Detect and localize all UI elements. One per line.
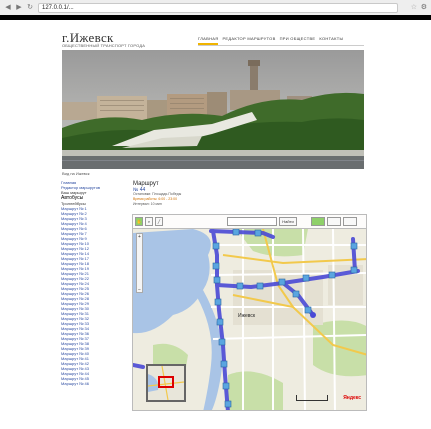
zoom-minus-icon[interactable]: − xyxy=(137,287,142,294)
hand-tool-icon[interactable]: ✋ xyxy=(135,217,143,226)
map-toolbar: ✋ ⌕ ╱ Найти xyxy=(133,215,366,229)
zoom-control[interactable]: + − xyxy=(136,233,143,293)
zoom-plus-icon[interactable]: + xyxy=(137,234,142,241)
bookmark-star-icon[interactable]: ☆ xyxy=(411,3,417,11)
map-layer-button-2[interactable] xyxy=(327,217,341,226)
sidebar-item[interactable]: Маршрут № 46 xyxy=(61,381,127,386)
route-map[interactable]: ✋ ⌕ ╱ Найти + − Ижевск Яндекс xyxy=(132,214,367,411)
back-arrow-icon[interactable]: ◀ xyxy=(4,3,12,12)
map-layer-button-3[interactable] xyxy=(343,217,357,226)
browser-nav-buttons: ◀ ▶ ↻ xyxy=(4,3,34,12)
map-layer-button[interactable] xyxy=(311,217,325,226)
forward-arrow-icon[interactable]: ▶ xyxy=(15,3,23,12)
nav-link-contacts[interactable]: КОНТАКТЫ xyxy=(319,36,343,45)
nav-link-society[interactable]: ПРИ ОБЩЕСТВЕ xyxy=(280,36,316,45)
map-search-input[interactable] xyxy=(227,217,277,226)
map-search-button[interactable]: Найти xyxy=(279,217,297,226)
map-scale-bar xyxy=(296,395,328,401)
hero-image xyxy=(62,50,364,169)
nav-link-route-editor[interactable]: РЕДАКТОР МАРШРУТОВ xyxy=(222,36,275,45)
top-navigation: ГЛАВНАЯ РЕДАКТОР МАРШРУТОВ ПРИ ОБЩЕСТВЕ … xyxy=(198,36,364,46)
route-detail-interval: Интервал: 10 мин xyxy=(133,202,162,206)
map-city-label: Ижевск xyxy=(238,313,256,319)
sidebar-route-list: Главная Редактор маршрутов Ваш маршрут Авто… xyxy=(61,180,127,386)
hero-caption: Вид на Ижевск xyxy=(62,171,90,176)
zoom-slider-track[interactable] xyxy=(137,241,142,287)
wrench-icon[interactable]: ⚙ xyxy=(421,3,427,11)
ruler-icon[interactable]: ╱ xyxy=(155,217,163,226)
map-provider-logo: Яндекс xyxy=(343,395,361,401)
site-subtitle: ОБЩЕСТВЕННЫЙ ТРАНСПОРТ ГОРОДА xyxy=(62,43,146,48)
browser-toolbar: ◀ ▶ ↻ 127.0.0.1/... ☆ ⚙ xyxy=(0,0,431,20)
minimap-viewport-frame[interactable] xyxy=(158,376,174,388)
city-panorama-illustration xyxy=(62,50,364,169)
route-details: Остановки: Площадь Победы Время работы: … xyxy=(133,192,181,207)
address-bar[interactable]: 127.0.0.1/... xyxy=(38,3,398,13)
reload-icon[interactable]: ↻ xyxy=(26,3,34,12)
overview-minimap[interactable] xyxy=(146,364,186,402)
magnifier-icon[interactable]: ⌕ xyxy=(145,217,153,226)
nav-link-main[interactable]: ГЛАВНАЯ xyxy=(198,36,219,45)
